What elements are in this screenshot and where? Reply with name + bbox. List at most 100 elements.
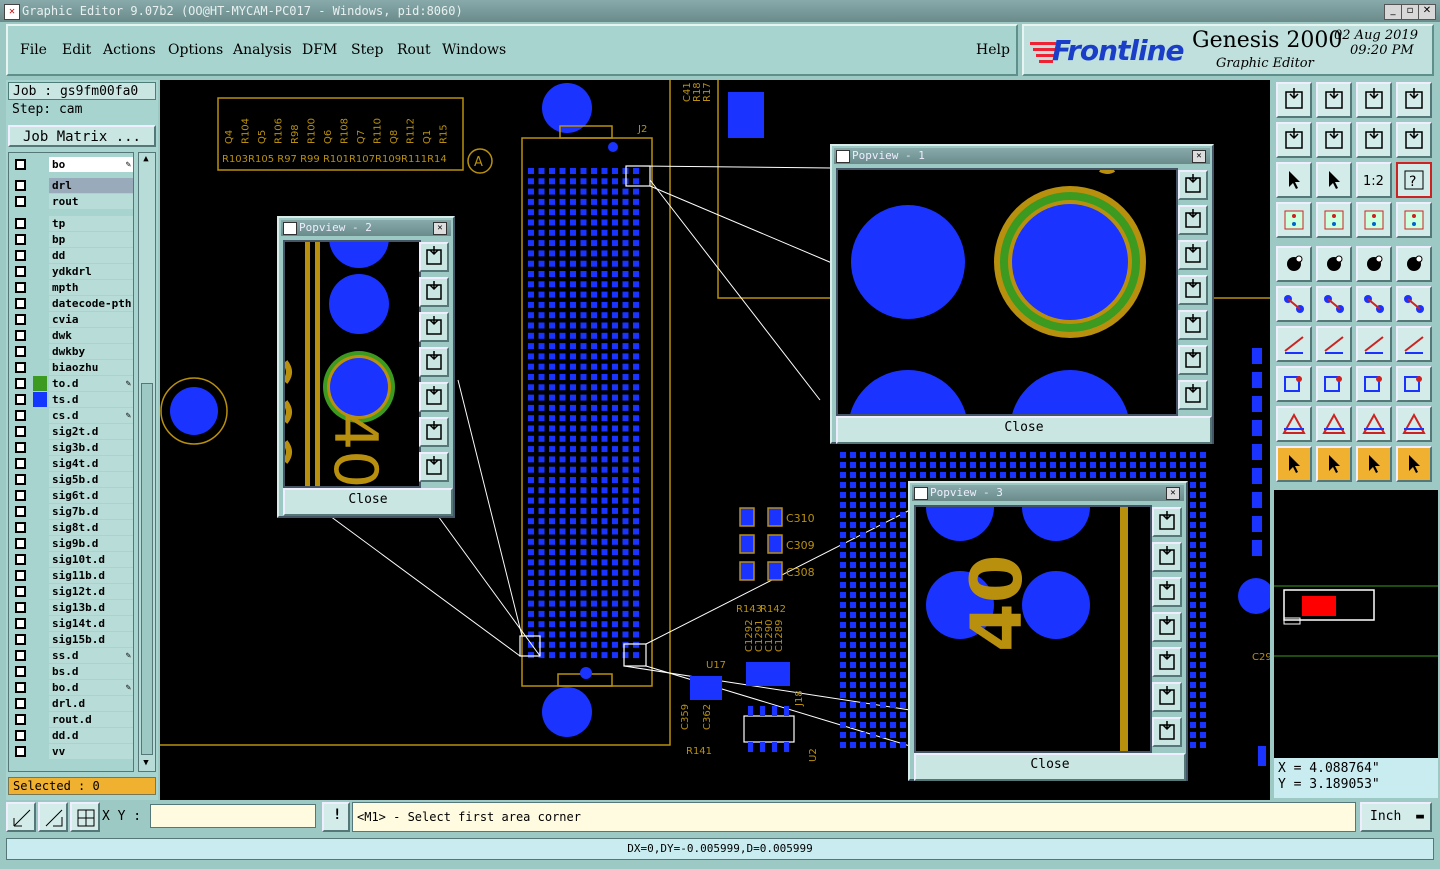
popview-close-icon[interactable]: ✕ <box>1192 150 1206 163</box>
popview-tool-icon[interactable] <box>1178 345 1208 375</box>
cross-node-icon[interactable] <box>1316 286 1352 322</box>
maximize-button[interactable]: ▫ <box>1401 4 1419 20</box>
layer-checkbox[interactable] <box>15 159 26 170</box>
layer-checkbox[interactable] <box>15 250 26 261</box>
layer-row[interactable]: dwkby <box>13 344 133 359</box>
layer-name[interactable]: ts.d <box>49 392 133 407</box>
layer-row[interactable]: sig10t.d <box>13 552 133 567</box>
popview-tool-icon[interactable] <box>419 277 449 307</box>
point-link-icon[interactable] <box>1356 286 1392 322</box>
popview-tool-icon[interactable] <box>419 347 449 377</box>
popview-tool-icon[interactable] <box>1178 170 1208 200</box>
layer-checkbox[interactable] <box>15 666 26 677</box>
layer-checkbox[interactable] <box>15 394 26 405</box>
layer-name[interactable]: rout <box>49 194 133 209</box>
layer-blue-icon[interactable] <box>1396 202 1432 238</box>
popview-tool-icon[interactable] <box>1152 647 1182 677</box>
layer-row[interactable]: bo ✎ <box>13 157 133 172</box>
popview-tool-icon[interactable] <box>1152 542 1182 572</box>
layer-name[interactable]: sig7b.d <box>49 504 133 519</box>
layer-row[interactable]: ss.d ✎ <box>13 648 133 663</box>
box-icon[interactable] <box>1356 366 1392 402</box>
layer-row[interactable]: sig6t.d <box>13 488 133 503</box>
menu-file[interactable]: File <box>20 42 47 58</box>
layer-name[interactable]: tp <box>49 216 133 231</box>
tri-dash-icon[interactable] <box>1396 406 1432 442</box>
popview-tool-icon[interactable] <box>419 312 449 342</box>
pointer-icon[interactable] <box>1276 446 1312 482</box>
rect-point-icon[interactable] <box>1276 366 1312 402</box>
menu-analysis[interactable]: Analysis <box>233 42 292 58</box>
layer-name[interactable]: ydkdrl <box>49 264 133 279</box>
split-icon[interactable] <box>1396 326 1432 362</box>
layer-row[interactable]: cs.d ✎ <box>13 408 133 423</box>
layer-name[interactable]: datecode-pth <box>49 296 133 311</box>
layer-row[interactable]: sig4t.d <box>13 456 133 471</box>
popview-tool-icon[interactable] <box>1152 682 1182 712</box>
layer-row[interactable]: drl <box>13 178 133 193</box>
layer-row[interactable]: sig9b.d <box>13 536 133 551</box>
layer-name[interactable]: bo.d ✎ <box>49 680 133 695</box>
popview-3-view[interactable]: 40 <box>914 505 1152 753</box>
layer-row[interactable]: sig7b.d <box>13 504 133 519</box>
layer-name[interactable]: bp <box>49 232 133 247</box>
home-view-icon[interactable] <box>1356 82 1392 118</box>
layer-checkbox[interactable] <box>15 618 26 629</box>
settings-icon[interactable] <box>1276 202 1312 238</box>
scroll-down-icon[interactable]: ▼ <box>140 758 152 770</box>
overlap-icon[interactable] <box>1396 366 1432 402</box>
job-matrix-button[interactable]: Job Matrix ... <box>8 125 156 147</box>
select-node-icon[interactable] <box>1276 246 1312 282</box>
layer-checkbox[interactable] <box>15 378 26 389</box>
pointer-box-icon[interactable] <box>1316 446 1352 482</box>
measure-icon[interactable] <box>38 802 68 832</box>
layer-name[interactable]: vv <box>49 744 133 759</box>
close-window-button[interactable]: ✕ <box>1418 4 1436 20</box>
fit-window-icon[interactable] <box>1396 82 1432 118</box>
layer-checkbox[interactable] <box>15 506 26 517</box>
layer-row[interactable]: dd <box>13 248 133 263</box>
layer-checkbox[interactable] <box>15 474 26 485</box>
popview-2-view[interactable]: 40 <box>283 240 421 488</box>
scroll-up-icon[interactable]: ▲ <box>140 154 152 166</box>
layer-checkbox[interactable] <box>15 298 26 309</box>
layer-checkbox[interactable] <box>15 570 26 581</box>
measure-angle-icon[interactable] <box>1316 246 1352 282</box>
layer-name[interactable]: to.d ✎ <box>49 376 133 391</box>
layer-row[interactable]: vv <box>13 744 133 759</box>
layer-name[interactable]: sig13b.d <box>49 600 133 615</box>
layer-row[interactable]: ts.d <box>13 392 133 407</box>
layer-name[interactable]: dd.d <box>49 728 133 743</box>
tri-fill-icon[interactable] <box>1356 406 1392 442</box>
layer-row[interactable]: sig3b.d <box>13 440 133 455</box>
layer-checkbox[interactable] <box>15 490 26 501</box>
layer-name[interactable]: bo ✎ <box>49 157 133 172</box>
popview-tool-icon[interactable] <box>1178 275 1208 305</box>
layer-checkbox[interactable] <box>15 634 26 645</box>
menu-options[interactable]: Options <box>168 42 223 58</box>
layer-checkbox[interactable] <box>15 458 26 469</box>
layer-row[interactable]: drl.d <box>13 696 133 711</box>
layer-checkbox[interactable] <box>15 746 26 757</box>
layer-name[interactable]: cvia <box>49 312 133 327</box>
layer-row[interactable]: datecode-pth <box>13 296 133 311</box>
layer-checkbox[interactable] <box>15 426 26 437</box>
layer-name[interactable]: rout.d <box>49 712 133 727</box>
layer-row[interactable]: sig12t.d <box>13 584 133 599</box>
tri-red-icon[interactable] <box>1316 406 1352 442</box>
layer-name[interactable]: biaozhu <box>49 360 133 375</box>
tri-outline-icon[interactable] <box>1276 406 1312 442</box>
layer-name[interactable]: cs.d ✎ <box>49 408 133 423</box>
popview-tool-icon[interactable] <box>1152 717 1182 747</box>
menu-rout[interactable]: Rout <box>397 42 431 58</box>
layer-checkbox[interactable] <box>15 196 26 207</box>
popview-1-close-button[interactable]: Close <box>836 416 1212 444</box>
layer-checkbox[interactable] <box>15 410 26 421</box>
layer-row[interactable]: dd.d <box>13 728 133 743</box>
popview-tool-icon[interactable] <box>1178 380 1208 410</box>
popview-close-icon[interactable]: ✕ <box>433 222 447 235</box>
layer-row[interactable]: to.d ✎ <box>13 376 133 391</box>
scale-1-2-icon[interactable]: 1:2 <box>1356 162 1392 198</box>
layer-name[interactable]: sig11b.d <box>49 568 133 583</box>
layer-checkbox[interactable] <box>15 714 26 725</box>
